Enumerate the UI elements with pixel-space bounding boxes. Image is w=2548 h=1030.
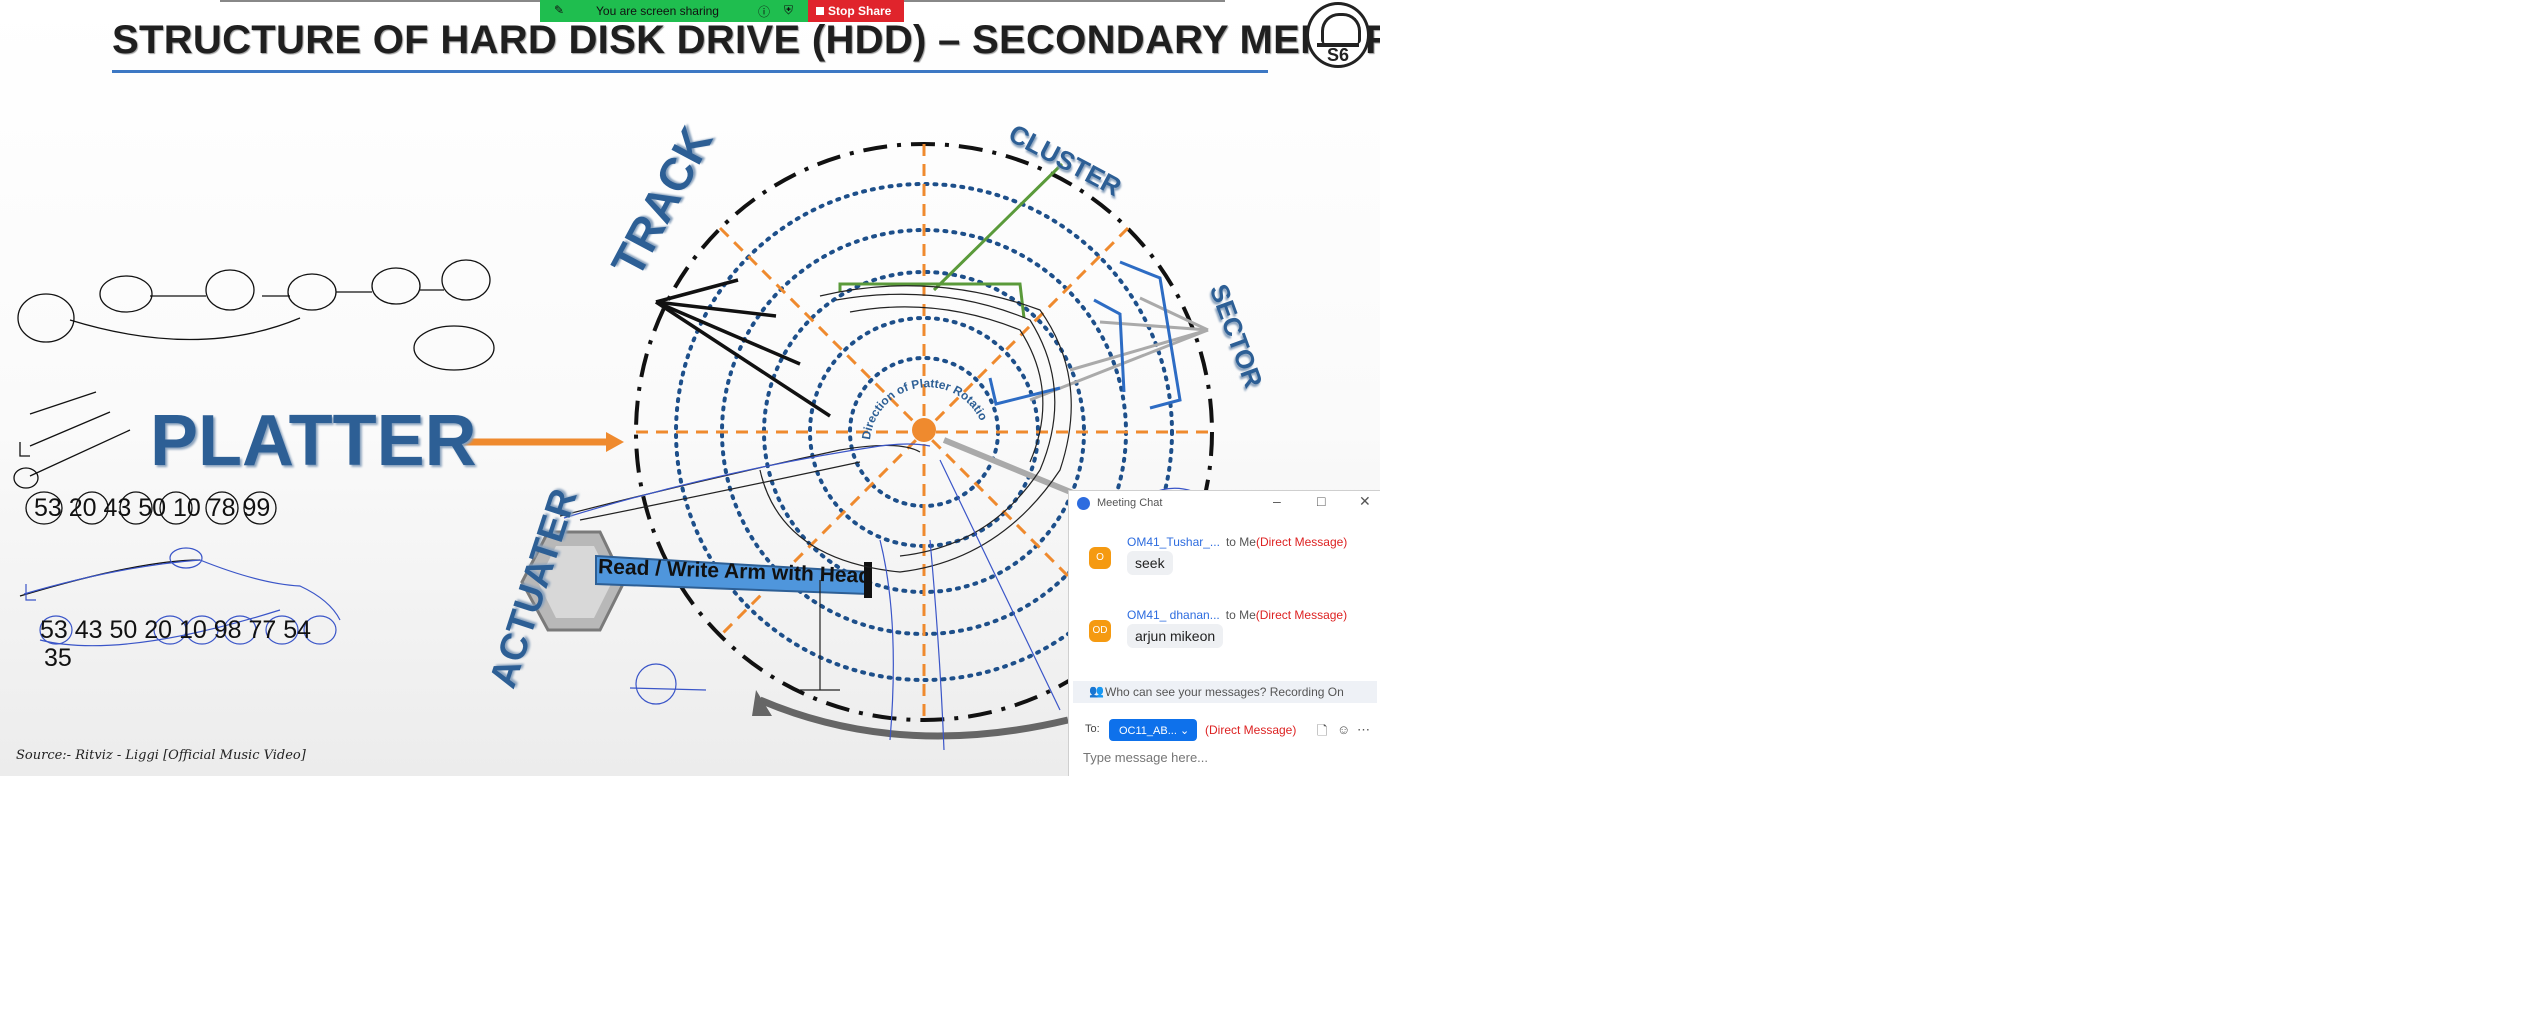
track-arrows <box>655 278 831 418</box>
rotation-arc <box>758 696 1069 740</box>
sender-name[interactable]: OM41_Tushar_... <box>1127 535 1220 549</box>
meeting-chat-panel: Meeting Chat – □ ✕ O OM41_Tushar_...to M… <box>1068 490 1380 776</box>
source-caption: Source:- Ritviz - Liggi [Official Music … <box>16 748 306 763</box>
message-input[interactable] <box>1083 747 1373 767</box>
screen-share-bar: ✎ You are screen sharing ⓘ ⛨ <box>540 0 808 22</box>
recipient: to Me <box>1225 535 1256 549</box>
logo-text: S6 <box>1326 45 1350 65</box>
to-label: To: <box>1085 723 1100 735</box>
handwritten-row-1: 53 20 43 50 10 78 99 <box>34 494 271 522</box>
dm-tag: (Direct Message) <box>1255 535 1348 549</box>
chat-app-icon <box>1077 497 1090 510</box>
shared-screen: Direction of Platter Rotation <box>0 0 1380 776</box>
svg-text:Direction of Platter Rotation: Direction of Platter Rotation <box>0 0 990 441</box>
slide-title: STRUCTURE OF HARD DISK DRIVE (HDD) – SEC… <box>112 18 1380 62</box>
info-icon[interactable]: ⓘ <box>758 3 770 20</box>
message-text: arjun mikeon <box>1127 624 1224 648</box>
message-sender: OM41_Tushar_... to Me(Direct Message) <box>1127 535 1347 549</box>
title-underline <box>112 70 1268 73</box>
channel-logo: S6 <box>1306 2 1370 68</box>
stop-share-button[interactable]: Stop Share <box>808 0 904 22</box>
dm-tag: (Direct Message) <box>1255 608 1348 622</box>
maximize-icon[interactable]: □ <box>1317 493 1325 509</box>
privacy-notice-text: Who can see your messages? Recording On <box>1105 685 1344 699</box>
handwritten-row-2: 53 43 50 20 10 98 77 54 <box>40 616 312 644</box>
more-icon[interactable]: ⋯ <box>1357 722 1370 738</box>
annotation-scribbles <box>559 285 1072 691</box>
shield-icon[interactable]: ⛨ <box>784 3 793 18</box>
avatar: O <box>1089 547 1111 569</box>
recipient-select[interactable]: OC11_AB... ⌄ <box>1109 719 1197 741</box>
people-icon: 👥 <box>1089 684 1104 698</box>
chat-title: Meeting Chat <box>1097 497 1163 509</box>
avatar: OD <box>1089 620 1111 642</box>
recipient-row: To: OC11_AB... ⌄ (Direct Message) 🗋 ☺ ⋯ <box>1069 719 1380 741</box>
stop-icon <box>816 7 824 15</box>
privacy-notice[interactable]: 👥 Who can see your messages? Recording O… <box>1073 681 1377 703</box>
share-icon: ✎ <box>554 3 565 17</box>
message-sender: OM41_ dhanan... to Me(Direct Message) <box>1127 608 1347 622</box>
recipient-value: OC11_AB... <box>1119 724 1177 737</box>
recipient-dm-tag: (Direct Message) <box>1205 723 1297 737</box>
platter-arrowhead <box>606 432 624 452</box>
chevron-down-icon: ⌄ <box>1179 724 1190 737</box>
rotation-label: Direction of Platter Rotation <box>0 0 990 441</box>
stop-share-label: Stop Share <box>828 4 892 18</box>
chat-header: Meeting Chat – □ ✕ <box>1069 491 1380 515</box>
sender-name[interactable]: OM41_ dhanan... <box>1127 608 1220 622</box>
minimize-icon[interactable]: – <box>1273 493 1281 509</box>
platter-label: PLATTER <box>150 401 477 481</box>
emoji-icon[interactable]: ☺ <box>1337 722 1350 737</box>
message-text: seek <box>1127 551 1173 575</box>
share-status-text: You are screen sharing <box>596 4 719 18</box>
recipient: to Me <box>1225 608 1256 622</box>
spindle <box>912 418 936 442</box>
file-icon[interactable]: 🗋 <box>1317 722 1327 744</box>
close-icon[interactable]: ✕ <box>1359 493 1371 510</box>
handwritten-row-3: 35 <box>44 644 72 672</box>
